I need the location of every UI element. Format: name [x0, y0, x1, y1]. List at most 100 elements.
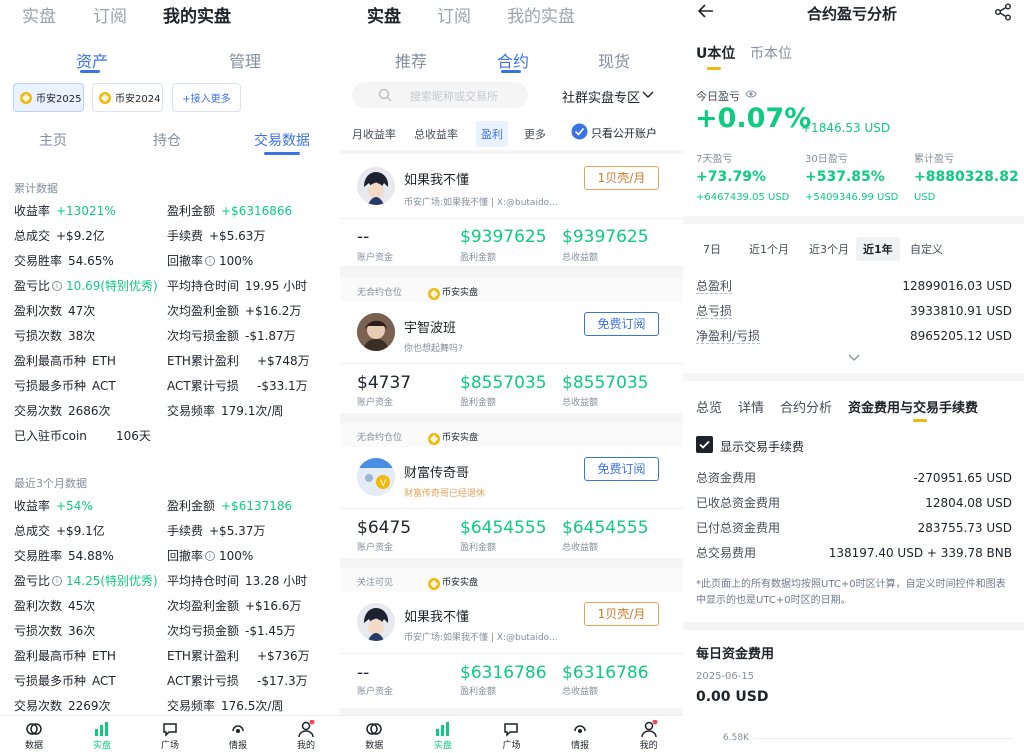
svg-text:V: V: [380, 479, 387, 489]
stat-value: 47次: [68, 304, 96, 318]
nav-live[interactable]: 实盘: [72, 716, 132, 753]
chevron-down-icon[interactable]: [848, 354, 860, 362]
top-tab-live[interactable]: 实盘: [22, 2, 56, 27]
range-option[interactable]: 近1年: [856, 237, 900, 261]
account-fund: $6475: [357, 518, 412, 538]
top-tab-subscribe[interactable]: 订阅: [437, 2, 471, 27]
stat-label: 手续费: [167, 524, 204, 538]
tab-underline: [80, 70, 100, 73]
range-option[interactable]: 自定义: [903, 237, 950, 261]
account-binance-2024[interactable]: 币安2024: [92, 83, 163, 112]
badge-label: 币安实盘: [442, 578, 479, 588]
filter-monthly[interactable]: 月收益率: [352, 126, 396, 142]
tab-overview[interactable]: 总览: [696, 397, 722, 416]
tab-contract[interactable]: 合约: [497, 48, 529, 72]
trader-name[interactable]: 宇智波班: [404, 317, 456, 336]
info-icon[interactable]: i: [52, 281, 62, 291]
zone-dropdown[interactable]: 社群实盘专区: [562, 87, 640, 106]
tab-contract-analysis[interactable]: 合约分析: [780, 397, 832, 416]
add-account-button[interactable]: +接入更多: [172, 83, 241, 112]
user-icon: [640, 720, 658, 738]
tab-usdt-margined[interactable]: U本位: [696, 43, 735, 63]
trader-card[interactable]: 关注可见 币安实盘 如果我不懂 币安广场:如果我不懂 | X:@butaido.…: [340, 568, 683, 708]
checkbox-checked-icon[interactable]: [696, 436, 713, 453]
nav-data[interactable]: 数据: [4, 716, 64, 753]
nav-label: 广场: [502, 741, 521, 751]
nav-label: 实盘: [92, 741, 111, 751]
trader-name[interactable]: 如果我不懂: [404, 606, 469, 625]
range-option[interactable]: 近3个月: [802, 237, 856, 261]
stat-row: 亏损最多币种 ACT ACT累计亏损 -$17.3万: [14, 669, 334, 694]
top-tab-my-live[interactable]: 我的实盘: [163, 2, 231, 27]
stat-label: 次均亏损金额: [167, 329, 240, 343]
info-icon[interactable]: i: [205, 551, 215, 561]
period-amount: USD: [914, 192, 936, 203]
trader-name[interactable]: 如果我不懂: [404, 169, 469, 188]
range-option[interactable]: 7日: [696, 237, 728, 261]
account-binance-2025[interactable]: 币安2025: [13, 83, 84, 112]
trader-card[interactable]: 无合约仓位 币安实盘 宇智波班 你也想起舞吗? 免费订阅 $4737 $8557…: [340, 278, 683, 413]
nav-live[interactable]: 实盘: [413, 716, 473, 753]
search-input[interactable]: 搜索昵称或交易所: [352, 82, 528, 108]
trader-name[interactable]: 财富传奇哥: [404, 462, 469, 481]
cap-total: 总收益额: [562, 687, 599, 697]
subscribe-button[interactable]: 1贝壳/月: [584, 602, 659, 626]
back-arrow-icon[interactable]: [698, 4, 714, 18]
share-icon[interactable]: [994, 3, 1012, 21]
inner-tab-positions[interactable]: 持仓: [153, 130, 181, 150]
nav-data[interactable]: 数据: [344, 716, 404, 753]
avatar: [357, 167, 395, 205]
tab-manage[interactable]: 管理: [229, 48, 261, 72]
account-label: 币安2024: [115, 94, 161, 105]
nav-intel[interactable]: 情报: [550, 716, 610, 753]
stat-label: 交易胜率: [14, 254, 63, 268]
inner-tab-trade-data[interactable]: 交易数据: [254, 130, 310, 150]
stat-value: 54.88%: [68, 549, 114, 563]
filter-total[interactable]: 总收益率: [414, 126, 458, 142]
eye-icon[interactable]: [745, 89, 757, 99]
tab-funding-fees[interactable]: 资金费用与交易手续费: [848, 397, 978, 416]
stat-label: 盈亏比: [14, 574, 51, 588]
filter-more[interactable]: 更多: [524, 126, 546, 142]
nav-label: 实盘: [433, 741, 452, 751]
tab-details[interactable]: 详情: [738, 397, 764, 416]
nav-me[interactable]: 我的: [276, 716, 336, 753]
top-tab-subscribe[interactable]: 订阅: [93, 2, 127, 27]
free-subscribe-button[interactable]: 免费订阅: [584, 312, 659, 336]
binance-icon: [20, 91, 32, 104]
stat-label: 盈利次数: [14, 304, 63, 318]
filter-profit[interactable]: 盈利: [476, 121, 508, 147]
stat-value: +$736万: [257, 649, 310, 663]
fee-row: 已付总资金费用 283755.73 USD: [696, 516, 1024, 541]
subscribe-button[interactable]: 1贝壳/月: [584, 166, 659, 190]
stat-label: ETH累计盈利: [167, 649, 239, 663]
nav-square[interactable]: 广场: [140, 716, 200, 753]
inner-tab-home[interactable]: 主页: [39, 130, 67, 150]
stat-label: 交易频率: [167, 404, 216, 418]
trader-card[interactable]: 无合约仓位 币安实盘 V 财富传奇哥 财富传奇哥已经退休 免费订阅 $6475 …: [340, 423, 683, 558]
data-icon: [26, 723, 42, 735]
page-title: 合约盈亏分析: [807, 5, 898, 23]
tab-coin-margined[interactable]: 币本位: [750, 43, 792, 63]
range-option[interactable]: 近1个月: [742, 237, 796, 261]
nav-square[interactable]: 广场: [481, 716, 541, 753]
stat-label: 收益率: [14, 499, 51, 513]
tab-recommend[interactable]: 推荐: [395, 48, 427, 72]
bar-chart-icon: [95, 722, 108, 736]
tab-spot[interactable]: 现货: [598, 48, 630, 72]
info-icon[interactable]: i: [52, 576, 62, 586]
free-subscribe-button[interactable]: 免费订阅: [584, 457, 659, 481]
section-gap: [683, 373, 1024, 381]
top-tab-my-live[interactable]: 我的实盘: [507, 2, 575, 27]
stat-label: 亏损最多币种: [14, 379, 87, 393]
stat-label: 亏损最多币种: [14, 674, 87, 688]
nav-intel[interactable]: 情报: [208, 716, 268, 753]
top-tab-live[interactable]: 实盘: [367, 2, 401, 27]
trader-card[interactable]: 如果我不懂 币安广场:如果我不懂 | X:@butaido... 1贝壳/月 -…: [340, 154, 683, 266]
tab-assets[interactable]: 资产: [76, 48, 108, 72]
nav-me[interactable]: 我的: [619, 716, 679, 753]
checkbox-checked-icon[interactable]: [571, 123, 588, 140]
info-icon[interactable]: i: [205, 256, 215, 266]
chevron-down-icon[interactable]: [642, 90, 654, 100]
summary-label: 净盈利/亏损: [696, 329, 761, 344]
